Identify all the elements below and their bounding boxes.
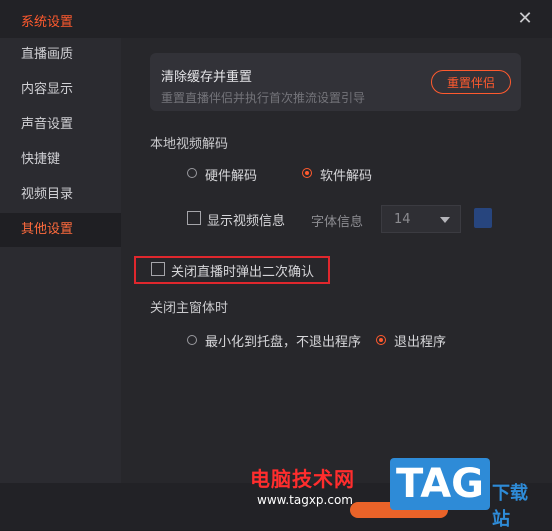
exit-program-label[interactable]: 退出程序 [394,331,446,350]
close-main-window-label: 关闭主窗体时 [150,301,229,316]
font-color-swatch[interactable] [474,208,492,228]
hardware-decode-label[interactable]: 硬件解码 [205,165,257,184]
minimize-to-tray-label[interactable]: 最小化到托盘，不退出程序 [205,331,361,350]
font-size-value: 14 [394,212,411,227]
font-size-select[interactable]: 14 [381,205,461,233]
minimize-to-tray-radio[interactable] [187,335,197,345]
exit-program-radio[interactable] [376,335,386,345]
sidebar-item-content-display[interactable]: 内容显示 [0,73,121,107]
reset-card-title: 清除缓存并重置 [161,70,253,85]
watermark-site-name: 电脑技术网 [250,467,355,491]
show-video-info-label[interactable]: 显示视频信息 [207,210,285,229]
decode-section-label: 本地视频解码 [150,137,229,152]
show-video-info-checkbox[interactable] [187,211,201,225]
hardware-decode-radio[interactable] [187,168,197,178]
reset-card-description: 重置直播伴侣并执行首次推流设置引导 [161,91,366,105]
software-decode-label[interactable]: 软件解码 [320,165,372,184]
sidebar-item-video-quality[interactable]: 直播画质 [0,38,121,72]
watermark-logo: TAG [390,458,490,510]
reset-companion-button[interactable]: 重置伴侣 [431,70,511,94]
sidebar-item-video-directory[interactable]: 视频目录 [0,178,121,212]
chevron-down-icon [440,217,450,223]
sidebar-item-other-settings[interactable]: 其他设置 [0,213,121,247]
settings-sidebar: 直播画质 内容显示 声音设置 快捷键 视频目录 其他设置 [0,38,121,483]
annotation-highlight-box [134,256,330,284]
title-bar: 系统设置 ✕ [0,0,552,38]
watermark: 电脑技术网 www.tagxp.com TAG 下载站 [250,458,540,530]
watermark-url: www.tagxp.com [257,493,353,507]
font-info-label: 字体信息 [311,215,364,230]
sidebar-item-sound[interactable]: 声音设置 [0,108,121,142]
window-title: 系统设置 [21,15,74,30]
watermark-suffix: 下载站 [492,483,528,530]
sidebar-item-shortcuts[interactable]: 快捷键 [0,143,121,177]
software-decode-radio[interactable] [302,168,312,178]
settings-window: 系统设置 ✕ 直播画质 内容显示 声音设置 快捷键 视频目录 其他设置 清除缓存… [0,0,552,530]
close-icon[interactable]: ✕ [515,9,535,29]
